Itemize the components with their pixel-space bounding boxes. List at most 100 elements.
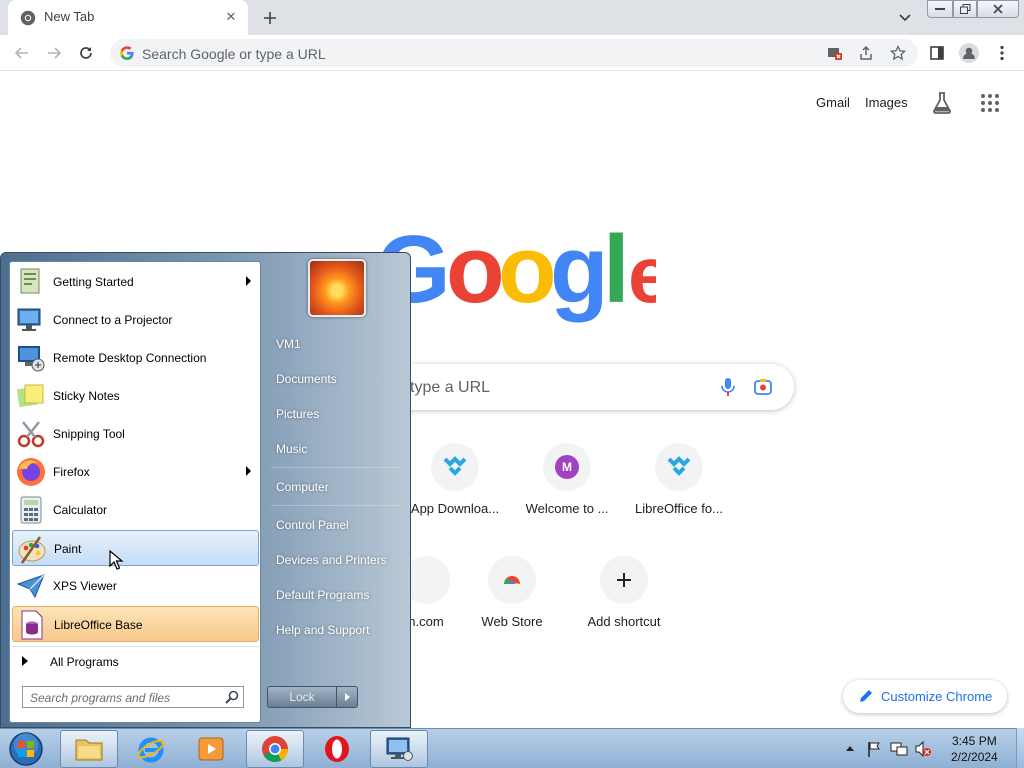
program-connect-projector[interactable]: Connect to a Projector <box>12 302 259 338</box>
blocked-popup-icon[interactable] <box>825 43 845 63</box>
share-icon[interactable] <box>856 43 876 63</box>
program-label: Connect to a Projector <box>53 313 173 327</box>
new-tab-button[interactable] <box>258 6 282 30</box>
program-paint[interactable]: Paint <box>12 530 259 566</box>
start-link-pictures[interactable]: Pictures <box>267 399 401 429</box>
search-magnifier-icon[interactable] <box>225 690 239 704</box>
window-close-button[interactable] <box>977 0 1019 18</box>
all-programs-button[interactable]: All Programs <box>12 646 259 674</box>
program-remote-desktop[interactable]: Remote Desktop Connection <box>12 340 259 376</box>
program-getting-started[interactable]: Getting Started <box>12 264 259 300</box>
taskbar-clock-time[interactable]: 3:45 PM <box>952 734 997 748</box>
user-account-picture[interactable] <box>308 259 366 317</box>
start-link-help-support[interactable]: Help and Support <box>267 615 401 645</box>
lock-button[interactable]: Lock <box>267 686 337 708</box>
program-snipping-tool[interactable]: Snipping Tool <box>12 416 259 452</box>
start-search-placeholder: Search programs and files <box>30 691 171 705</box>
web-store-icon <box>504 576 520 587</box>
program-xps-viewer[interactable]: XPS Viewer <box>12 568 259 604</box>
start-link-computer[interactable]: Computer <box>267 472 401 502</box>
google-apps-grid-icon[interactable] <box>980 93 1000 113</box>
window-restore-button[interactable] <box>953 0 977 18</box>
volume-muted-icon <box>915 740 931 758</box>
taskbar-chrome-button[interactable] <box>246 730 304 768</box>
start-menu-programs-pane: Getting Started Connect to a Projector R… <box>9 261 261 723</box>
remote-desktop-icon <box>386 737 413 761</box>
customize-chrome-label: Customize Chrome <box>881 689 993 704</box>
desktop-screen: New Tab ✕ Search Google or type a URL Gm… <box>0 0 1024 768</box>
voice-search-mic-icon[interactable] <box>718 377 738 397</box>
action-center-flag-icon <box>868 742 880 757</box>
labs-flask-icon[interactable] <box>930 91 954 115</box>
shortcut-app-downloads[interactable]: App Downloa... <box>399 443 511 543</box>
all-programs-label: All Programs <box>50 655 119 669</box>
gmail-link[interactable]: Gmail <box>816 95 850 110</box>
shortcut-label: Add shortcut <box>587 614 661 629</box>
address-bar[interactable]: Search Google or type a URL <box>110 39 918 67</box>
reload-icon[interactable] <box>74 41 98 65</box>
chrome-icon <box>262 736 289 763</box>
shortcut-web-store[interactable]: Web Store <box>456 556 568 656</box>
profile-avatar-icon[interactable] <box>957 41 981 65</box>
start-link-documents[interactable]: Documents <box>267 364 401 394</box>
program-label: Getting Started <box>53 275 134 289</box>
start-link-music[interactable]: Music <box>267 434 401 464</box>
taskbar-clock-date[interactable]: 2/2/2024 <box>951 750 998 764</box>
google-logo: G o o g l e <box>376 216 673 326</box>
submenu-arrow-icon <box>246 276 251 286</box>
xps-viewer-icon <box>15 570 47 602</box>
taskbar-explorer-button[interactable] <box>60 730 118 768</box>
taskbar-remote-desktop-button[interactable] <box>370 730 428 768</box>
customize-chrome-button[interactable]: Customize Chrome <box>843 680 1007 713</box>
calculator-icon <box>15 494 47 526</box>
window-minimize-button[interactable] <box>927 0 953 18</box>
taskbar-media-player-button[interactable] <box>182 730 240 768</box>
start-link-user-folder[interactable]: VM1 <box>267 329 401 359</box>
program-label: Firefox <box>53 465 90 479</box>
show-hidden-icons-icon <box>846 746 854 751</box>
address-bar-placeholder: Search Google or type a URL <box>142 46 326 62</box>
back-arrow-icon[interactable] <box>10 41 34 65</box>
program-label: Sticky Notes <box>53 389 120 403</box>
chrome-favicon-icon <box>20 10 36 26</box>
start-links-divider <box>271 505 401 506</box>
program-label: Paint <box>54 542 82 556</box>
program-sticky-notes[interactable]: Sticky Notes <box>12 378 259 414</box>
start-link-devices-printers[interactable]: Devices and Printers <box>267 545 401 575</box>
tab-new-tab[interactable]: New Tab ✕ <box>8 0 248 35</box>
tab-search-chevron-icon[interactable] <box>894 7 916 29</box>
start-link-control-panel[interactable]: Control Panel <box>267 510 401 540</box>
svg-text:g: g <box>550 222 609 323</box>
bookmark-star-icon[interactable] <box>888 43 908 63</box>
shortcut-icon-circle <box>488 556 536 604</box>
browser-menu-icon[interactable] <box>990 41 1014 65</box>
program-calculator[interactable]: Calculator <box>12 492 259 528</box>
program-label: Calculator <box>53 503 108 517</box>
tab-close-icon[interactable]: ✕ <box>222 8 240 26</box>
shutdown-options-button[interactable] <box>336 686 358 708</box>
getting-started-icon <box>15 266 47 298</box>
projector-icon <box>15 304 47 336</box>
taskbar-internet-explorer-button[interactable] <box>122 730 180 768</box>
program-firefox[interactable]: Firefox <box>12 454 259 490</box>
show-desktop-button[interactable] <box>1016 728 1024 768</box>
program-label: Remote Desktop Connection <box>53 351 207 365</box>
shortcut-welcome[interactable]: M Welcome to ... <box>511 443 623 543</box>
start-search-input[interactable]: Search programs and files <box>22 686 244 708</box>
welcome-letter-avatar: M <box>555 455 579 479</box>
mouse-pointer-icon <box>109 549 125 572</box>
forward-arrow-icon[interactable] <box>42 41 66 65</box>
shortcut-add[interactable]: Add shortcut <box>568 556 680 656</box>
svg-text:o: o <box>446 222 505 323</box>
start-link-default-programs[interactable]: Default Programs <box>267 580 401 610</box>
google-lens-camera-icon[interactable] <box>753 377 773 397</box>
shortcut-libreoffice[interactable]: LibreOffice fo... <box>623 443 735 543</box>
start-orb-button[interactable] <box>6 730 46 768</box>
taskbar-opera-button[interactable] <box>308 730 366 768</box>
internet-explorer-icon <box>137 737 165 763</box>
google-g-icon <box>119 45 135 61</box>
side-panel-icon[interactable] <box>925 41 949 65</box>
program-libreoffice-base[interactable]: LibreOffice Base <box>12 606 259 642</box>
images-link[interactable]: Images <box>865 95 908 110</box>
download-arrow-icon <box>443 456 467 476</box>
